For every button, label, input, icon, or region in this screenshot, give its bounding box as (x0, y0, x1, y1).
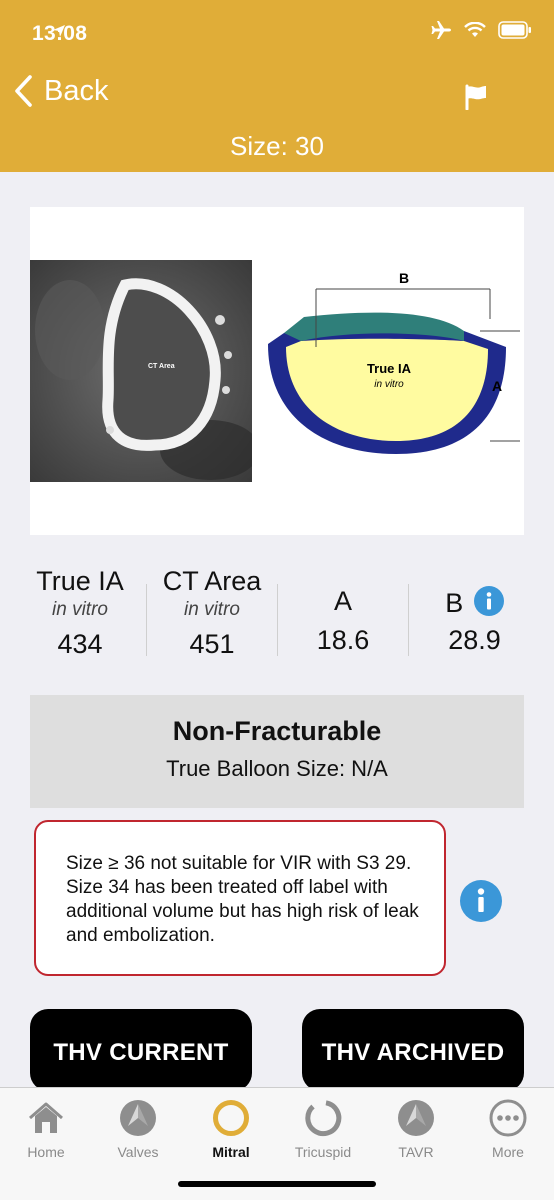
metric-value: 28.9 (448, 625, 501, 655)
tab-tavr[interactable]: TAVR (376, 1098, 456, 1160)
metric-value: 434 (57, 629, 103, 659)
nav-header: 13:08 Back Size: 30 (0, 0, 554, 172)
metric-label: True IA (36, 566, 124, 596)
tab-tricuspid[interactable]: Tricuspid (283, 1098, 363, 1160)
balloon-size-text: True Balloon Size: N/A (166, 756, 388, 781)
tab-valves[interactable]: Valves (98, 1098, 178, 1160)
battery-icon (498, 21, 531, 39)
thv-archived-button[interactable]: THV ARCHIVED (302, 1009, 524, 1091)
tab-label: Valves (117, 1144, 159, 1160)
tab-label: More (492, 1144, 524, 1160)
home-icon (29, 1102, 63, 1133)
tricuspid-ring-icon (305, 1100, 342, 1137)
tab-mitral[interactable]: Mitral (191, 1098, 271, 1160)
tab-label: Mitral (212, 1144, 250, 1160)
metric-value: 451 (189, 629, 235, 659)
back-label: Back (44, 74, 109, 107)
more-icon (489, 1099, 527, 1137)
warning-box: Size ≥ 36 not suitable for VIR with S3 2… (34, 820, 446, 976)
diagram-label-b: B (399, 270, 409, 286)
metric-sublabel: in vitro (184, 599, 240, 620)
info-icon[interactable] (473, 586, 504, 616)
metric-b: B 28.9 (409, 566, 540, 676)
airplane-icon (431, 21, 451, 39)
location-arrow-icon (53, 25, 65, 37)
metric-label: CT Area (162, 566, 262, 596)
fracture-status-title: Non-Fracturable (172, 716, 382, 746)
ct-area-label: CT Area (148, 363, 175, 370)
wifi-icon (464, 22, 486, 37)
chevron-left-icon (15, 75, 32, 107)
diagram-label-a: A (492, 378, 502, 394)
metric-value: 18.6 (316, 625, 370, 655)
diagram-true-ia: True IA (367, 361, 412, 376)
page-title: Size: 30 (230, 131, 324, 161)
diagram-in-vitro: in vitro (374, 379, 404, 390)
tab-label: Tricuspid (294, 1144, 352, 1160)
tab-more[interactable]: More (468, 1098, 548, 1160)
tab-label: TAVR (398, 1144, 434, 1160)
metric-true-ia: True IA in vitro 434 (14, 566, 146, 676)
back-button[interactable]: Back (12, 74, 108, 108)
measurement-row: True IA in vitro 434 CT Area in vitro 45… (14, 566, 540, 676)
flag-icon[interactable] (464, 84, 488, 110)
thv-current-button[interactable]: THV CURRENT (30, 1009, 252, 1091)
mitral-ring-icon (213, 1100, 249, 1136)
valves-icon (120, 1100, 156, 1136)
fracture-status-panel: Non-Fracturable True Balloon Size: N/A (30, 695, 524, 808)
metric-label: A (333, 586, 352, 616)
annulus-diagram: B True IA in vitro A (268, 270, 520, 454)
home-indicator (178, 1181, 376, 1187)
valve-image-card: CT Area B True IA in vitro A (30, 207, 524, 535)
metric-label: B (445, 588, 464, 618)
status-icons (53, 20, 532, 40)
tab-home[interactable]: Home (6, 1098, 86, 1160)
metric-sublabel: in vitro (52, 599, 108, 620)
info-icon[interactable] (460, 880, 502, 922)
tab-label: Home (27, 1144, 65, 1160)
metric-a: A 18.6 (278, 566, 408, 676)
metric-ct-area: CT Area in vitro 451 (147, 566, 277, 676)
tavr-icon (398, 1100, 434, 1136)
ct-scan-image: CT Area (30, 260, 252, 482)
